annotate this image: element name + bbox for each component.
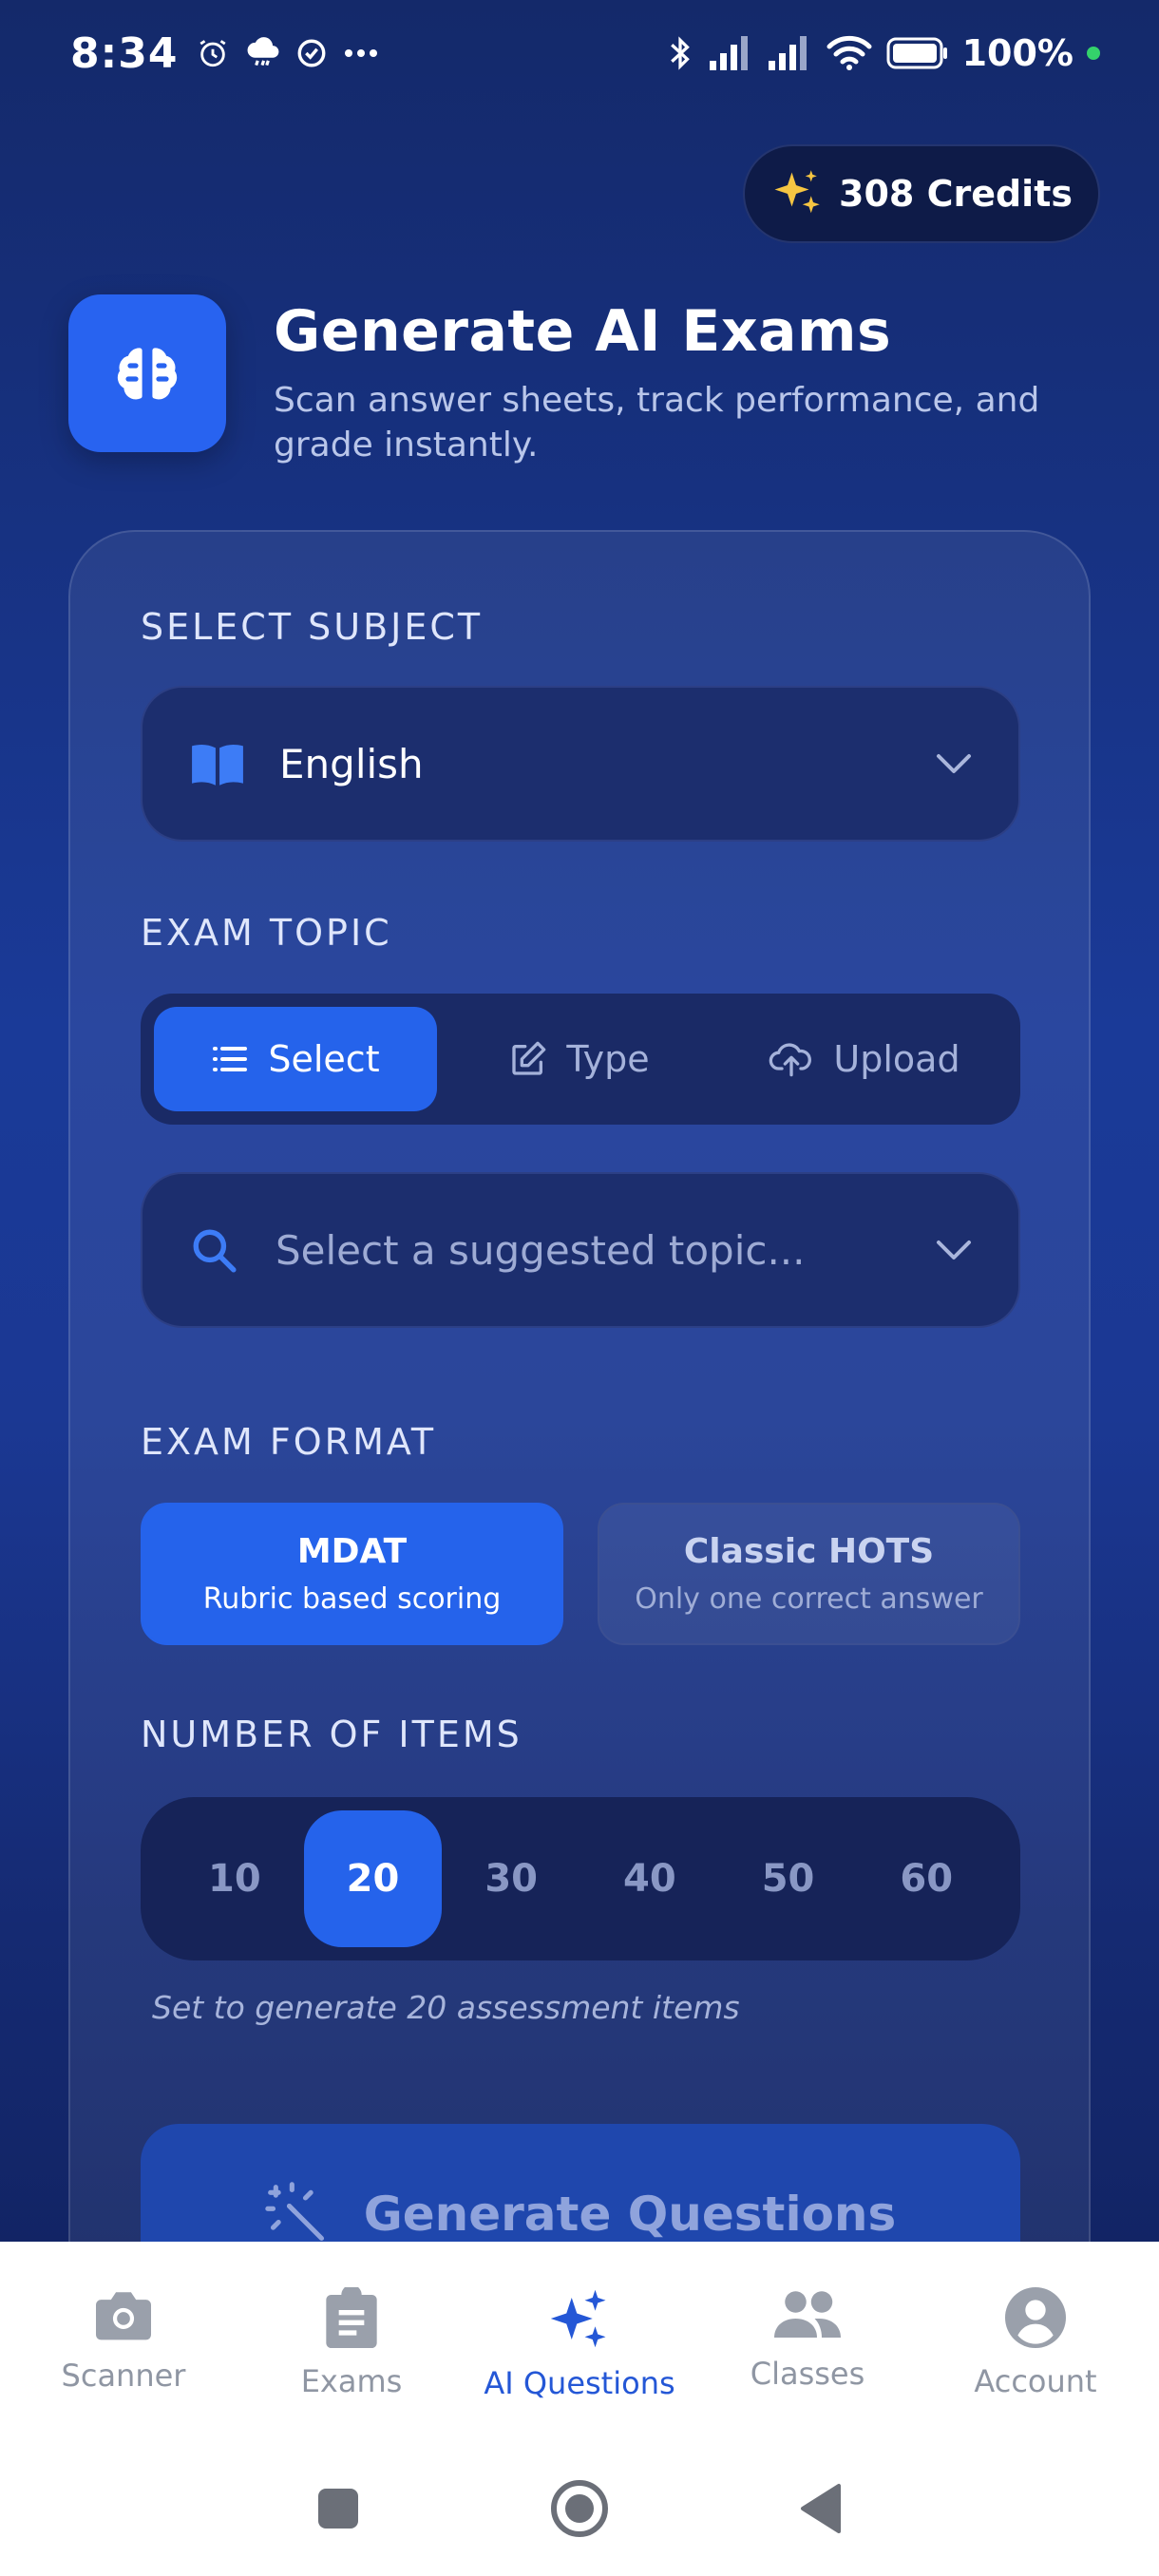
privacy-indicator <box>1087 47 1100 60</box>
nav-label: Scanner <box>61 2358 186 2394</box>
check-circle-icon <box>298 39 326 67</box>
alarm-icon <box>200 40 226 67</box>
clipboard-icon <box>326 2287 377 2348</box>
sparkle-icon <box>774 170 820 214</box>
items-option-60[interactable]: 60 <box>857 1810 996 1947</box>
items-count-picker: 10 20 30 40 50 60 <box>141 1797 1020 1960</box>
items-section-label: NUMBER OF ITEMS <box>141 1714 522 1755</box>
people-icon <box>774 2291 841 2338</box>
topic-select[interactable]: Select a suggested topic... <box>141 1172 1020 1328</box>
topic-section-label: EXAM TOPIC <box>141 912 392 954</box>
subject-value: English <box>279 740 424 787</box>
nav-item-ai-questions[interactable]: AI Questions <box>467 2242 692 2445</box>
tab-select-label: Select <box>268 1038 380 1080</box>
tab-upload-label: Upload <box>833 1038 960 1080</box>
format-option-mdat[interactable]: MDAT Rubric based scoring <box>141 1503 563 1645</box>
items-option-40[interactable]: 40 <box>580 1810 719 1947</box>
subject-select[interactable]: English <box>141 686 1020 842</box>
nav-item-scanner[interactable]: Scanner <box>11 2242 236 2445</box>
account-icon <box>1005 2287 1066 2348</box>
chevron-down-icon <box>937 1241 971 1260</box>
page-subtitle: Scan answer sheets, track performance, a… <box>274 381 1040 464</box>
format-options: MDAT Rubric based scoring Classic HOTS O… <box>141 1503 1020 1645</box>
system-nav-bar <box>0 2466 1159 2551</box>
format-desc: Only one correct answer <box>635 1582 983 1616</box>
format-desc: Rubric based scoring <box>202 1582 502 1616</box>
search-icon <box>193 1229 237 1273</box>
weather-icon <box>248 37 279 66</box>
signal-icon-2 <box>768 36 807 70</box>
exam-form-card: SELECT SUBJECT English EXAM TOPIC Select… <box>68 530 1091 2335</box>
topic-mode-switch: Select Type Upload <box>141 994 1020 1125</box>
home-icon[interactable] <box>550 2479 609 2538</box>
nav-item-account[interactable]: Account <box>923 2242 1148 2445</box>
cloud-upload-icon <box>770 1043 812 1077</box>
magic-wand-icon <box>264 2182 324 2242</box>
battery-icon <box>886 37 947 69</box>
chevron-down-icon <box>937 754 971 773</box>
page-title: Generate AI Exams <box>274 298 892 365</box>
tab-upload[interactable]: Upload <box>722 1007 1007 1111</box>
format-title: MDAT <box>296 1532 408 1571</box>
edit-icon <box>512 1041 546 1075</box>
bluetooth-icon <box>670 36 690 70</box>
format-option-classic-hots[interactable]: Classic HOTS Only one correct answer <box>598 1503 1020 1645</box>
items-option-10[interactable]: 10 <box>165 1810 304 1947</box>
status-time: 8:34 <box>70 28 179 78</box>
generate-label: Generate Questions <box>363 2187 897 2242</box>
recents-icon[interactable] <box>316 2487 360 2530</box>
book-icon <box>192 744 243 786</box>
brain-icon-tile <box>68 294 226 452</box>
items-hint: Set to generate 20 assessment items <box>152 1989 740 2026</box>
nav-label: Exams <box>300 2363 403 2399</box>
subject-section-label: SELECT SUBJECT <box>141 606 484 648</box>
items-option-20[interactable]: 20 <box>303 1810 443 1947</box>
page-header: Generate AI Exams Scan answer sheets, tr… <box>68 294 1110 467</box>
signal-icon <box>709 36 748 70</box>
format-title: Classic HOTS <box>683 1532 935 1571</box>
back-icon[interactable] <box>799 2482 843 2535</box>
camera-icon <box>96 2292 151 2340</box>
brain-icon <box>117 348 178 400</box>
status-bar: 8:34 100% <box>0 0 1159 106</box>
topic-placeholder: Select a suggested topic... <box>276 1226 806 1274</box>
nav-item-classes[interactable]: Classes <box>695 2242 920 2445</box>
tab-type[interactable]: Type <box>437 1007 722 1111</box>
credits-label: 308 Credits <box>839 173 1073 215</box>
nav-item-exams[interactable]: Exams <box>239 2242 464 2445</box>
list-icon <box>213 1047 248 1071</box>
nav-label: AI Questions <box>484 2365 675 2401</box>
sparkles-icon <box>550 2289 606 2348</box>
tab-type-label: Type <box>566 1038 650 1080</box>
battery-text: 100% <box>961 32 1074 74</box>
credits-badge[interactable]: 308 Credits <box>743 144 1100 243</box>
tab-select[interactable]: Select <box>154 1007 437 1111</box>
format-section-label: EXAM FORMAT <box>141 1421 437 1463</box>
nav-label: Account <box>974 2363 1097 2399</box>
nav-label: Classes <box>750 2356 865 2392</box>
wifi-icon <box>826 35 872 70</box>
items-option-30[interactable]: 30 <box>442 1810 580 1947</box>
items-option-50[interactable]: 50 <box>719 1810 858 1947</box>
more-icon <box>345 49 378 57</box>
